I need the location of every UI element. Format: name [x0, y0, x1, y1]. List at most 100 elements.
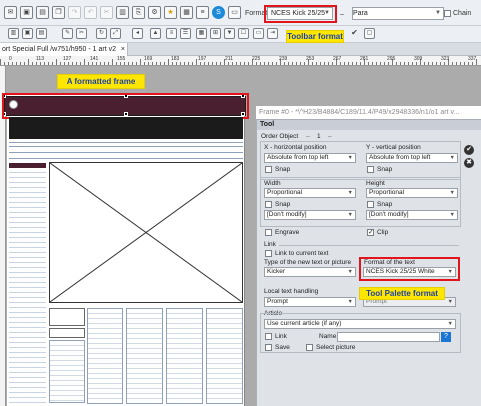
local-text-select[interactable]: Prompt ▼ [264, 297, 356, 307]
redo-icon[interactable]: ↷ [68, 6, 81, 19]
text-column[interactable] [49, 340, 85, 403]
cut-icon[interactable]: ✂ [100, 6, 113, 19]
tool-header: Tool [257, 120, 481, 130]
para-select[interactable]: Para ▼ [352, 7, 444, 20]
text-box-icon[interactable]: ▭ [253, 28, 264, 39]
scissors-icon[interactable]: ✂ [76, 28, 87, 39]
name-input[interactable] [337, 332, 440, 342]
width-select[interactable]: Proportional ▼ [264, 188, 356, 198]
align-icon[interactable]: ≡ [166, 28, 177, 39]
y-snap-checkbox[interactable] [367, 166, 374, 173]
refresh-icon[interactable]: ↻ [96, 28, 107, 39]
ruler-number: 309 [414, 56, 423, 62]
type-new-select[interactable]: Kicker ▼ [264, 267, 356, 277]
arrow-left-icon[interactable]: ◂ [132, 28, 143, 39]
height-select[interactable]: Proportional ▼ [366, 188, 458, 198]
tool-icon[interactable]: ⚙ [148, 6, 161, 19]
fit-icon[interactable]: ⤢ [110, 28, 121, 39]
wand-icon[interactable]: ✎ [62, 28, 73, 39]
picture-frame[interactable] [49, 162, 243, 303]
layout-icon[interactable]: ▤ [36, 28, 47, 39]
text-column[interactable] [206, 308, 243, 404]
image-icon[interactable]: ▣ [20, 6, 33, 19]
order-minus[interactable]: – [306, 133, 310, 140]
select-picture-checkbox[interactable] [306, 344, 313, 351]
ruler-tick [248, 62, 249, 65]
x-position-select[interactable]: Absolute from top left ▼ [264, 153, 356, 163]
ruler-tick [340, 62, 341, 65]
star-icon[interactable]: ★ [164, 6, 177, 19]
engrave-checkbox[interactable] [265, 229, 272, 236]
masthead-block[interactable] [9, 117, 243, 139]
ruler-tick [60, 62, 61, 65]
triangle-up-icon[interactable]: ▲ [150, 28, 161, 39]
y-position-select[interactable]: Absolute from top left ▼ [366, 153, 458, 163]
link-checkbox[interactable] [265, 333, 272, 340]
chevron-down-icon: ▼ [447, 321, 453, 327]
underscore-icon[interactable]: _ [340, 8, 344, 15]
ruler-tick [88, 62, 89, 65]
box-icon[interactable]: ☐ [238, 28, 249, 39]
help-button[interactable]: ? [441, 332, 451, 342]
text-column[interactable] [166, 308, 203, 404]
format-highlight [264, 5, 337, 23]
document-tab-title: ort Special Full /w751/h950 - 1 art v2 [2, 46, 117, 53]
save-icon[interactable]: ▤ [36, 6, 49, 19]
skype-icon[interactable]: S [212, 6, 225, 19]
checkmark-icon[interactable]: ✔ [349, 28, 360, 39]
chevron-down-icon: ▼ [435, 10, 441, 16]
height-snap-checkbox[interactable] [367, 201, 374, 208]
ruler-tick [380, 62, 381, 65]
ruler-number: 225 [252, 56, 261, 62]
tool-palette-format-callout: Tool Palette format [359, 287, 445, 300]
columns-icon[interactable]: ▥ [8, 28, 19, 39]
type-new-label: Type of the new text or picture [264, 259, 352, 266]
article-select[interactable]: Use current article (if any) ▼ [264, 319, 456, 329]
apply-icon[interactable]: ▢ [364, 28, 375, 39]
undo-icon[interactable]: ↶ [84, 6, 97, 19]
ruler-tick [356, 62, 357, 65]
ruler-tick [128, 62, 129, 65]
ruler-tick [360, 62, 361, 65]
copy-icon[interactable]: ❐ [52, 6, 65, 19]
frame-icon[interactable]: ▣ [22, 28, 33, 39]
left-column-text[interactable] [9, 163, 46, 403]
order-plus[interactable]: – [328, 133, 332, 140]
ruler-tick [8, 62, 9, 65]
triangle-down-icon[interactable]: ▼ [224, 28, 235, 39]
list-icon[interactable]: ≡ [196, 6, 209, 19]
clip-checkbox[interactable]: ✓ [367, 229, 374, 236]
document-tab[interactable]: ort Special Full /w751/h950 - 1 art v2 × [0, 43, 128, 56]
grid-icon[interactable]: ▦ [180, 6, 193, 19]
x-snap-checkbox[interactable] [265, 166, 272, 173]
ruler-tick [172, 62, 173, 65]
width-snap-label: Snap [275, 201, 291, 208]
y-label: Y - vertical position [366, 144, 421, 151]
ruler-tick [40, 62, 41, 65]
link-to-current-checkbox[interactable] [265, 250, 272, 257]
width-modify-select[interactable]: [Don't modify] ▼ [264, 210, 356, 220]
close-icon[interactable]: × [121, 43, 125, 56]
justify-icon[interactable]: ☰ [180, 28, 191, 39]
confirm-icon[interactable]: ✔ [464, 145, 474, 155]
clipboard-icon[interactable]: ▥ [116, 6, 129, 19]
indent-icon[interactable]: ⇥ [267, 28, 278, 39]
grid-small-icon[interactable]: ⊞ [210, 28, 221, 39]
height-modify-select[interactable]: [Don't modify] ▼ [366, 210, 458, 220]
ruler-tick [244, 62, 245, 65]
ruler-tick [148, 62, 149, 65]
cancel-icon[interactable]: ✖ [464, 158, 474, 168]
page-icon[interactable]: ▭ [228, 6, 241, 19]
mail-icon[interactable]: ✉ [4, 6, 17, 19]
small-frame[interactable] [49, 308, 85, 326]
text-column[interactable] [87, 308, 123, 404]
table-icon[interactable]: ▦ [196, 28, 207, 39]
ruler-tick [124, 62, 125, 65]
small-frame[interactable] [49, 328, 85, 338]
paste-icon[interactable]: ⎘ [132, 6, 145, 19]
width-snap-checkbox[interactable] [265, 201, 272, 208]
text-column[interactable] [126, 308, 163, 404]
width-value: Proportional [267, 189, 303, 196]
chain-checkbox[interactable] [444, 10, 451, 17]
save-checkbox[interactable] [265, 344, 272, 351]
